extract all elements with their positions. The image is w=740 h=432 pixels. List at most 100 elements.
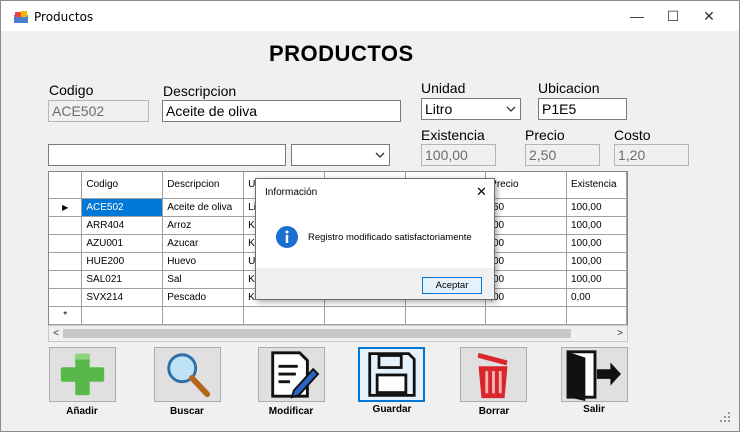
chevron-down-icon [375, 152, 385, 158]
table-cell[interactable]: Huevo [162, 252, 245, 271]
table-cell[interactable]: ,00 [485, 216, 567, 235]
table-cell[interactable]: ARR404 [81, 216, 164, 235]
info-dialog: Información ✕ Registro modificado satisf… [255, 178, 495, 300]
table-cell[interactable] [405, 306, 487, 325]
horizontal-scrollbar[interactable]: < > [48, 325, 628, 342]
add-button[interactable] [49, 347, 116, 402]
table-cell[interactable]: 100,00 [566, 270, 627, 289]
magnifier-icon [167, 353, 211, 398]
precio-field[interactable]: 2,50 [525, 144, 600, 166]
table-cell[interactable]: ,00 [485, 288, 567, 307]
table-cell[interactable]: Aceite de oliva [162, 198, 245, 217]
table-cell[interactable]: 100,00 [566, 234, 627, 253]
row-header [49, 252, 83, 271]
dialog-footer: Aceptar [256, 268, 494, 299]
save-label: Guardar [372, 404, 412, 415]
exit-label: Salir [583, 404, 605, 415]
dialog-close-button[interactable]: ✕ [476, 184, 487, 200]
costo-field[interactable]: 1,20 [614, 144, 689, 166]
table-cell[interactable]: ACE502 [81, 198, 164, 217]
new-row[interactable]: * [49, 306, 627, 325]
descripcion-field[interactable]: Aceite de oliva [162, 100, 401, 122]
exit-button[interactable] [561, 347, 628, 402]
save-button[interactable] [358, 347, 425, 402]
column-header[interactable]: Precio [485, 172, 567, 199]
ubicacion-label: Ubicacion [538, 80, 600, 96]
chevron-down-icon [506, 106, 516, 112]
row-header [49, 216, 83, 235]
delete-label: Borrar [478, 406, 510, 417]
table-cell[interactable]: ,00 [485, 234, 567, 253]
row-header [49, 288, 83, 307]
row-header [49, 234, 83, 253]
codigo-label: Codigo [49, 82, 94, 98]
table-cell[interactable]: Pescado [162, 288, 245, 307]
row-header [49, 270, 83, 289]
resize-grip-icon[interactable] [719, 411, 731, 423]
search-input[interactable] [48, 144, 286, 166]
close-button[interactable]: ✕ [691, 1, 727, 31]
add-label: Añadir [66, 406, 98, 417]
search-label: Buscar [170, 406, 204, 417]
table-cell[interactable]: 100,00 [566, 252, 627, 271]
edit-label: Modificar [268, 406, 314, 417]
title-bar: Productos — ☐ ✕ [1, 1, 739, 31]
app-icon [14, 11, 28, 23]
table-cell[interactable]: SVX214 [81, 288, 164, 307]
column-header[interactable]: Codigo [81, 172, 164, 199]
unidad-label: Unidad [421, 80, 466, 96]
existencia-label: Existencia [421, 127, 485, 143]
filter-select[interactable] [291, 144, 390, 166]
table-cell[interactable] [81, 306, 164, 325]
info-icon [276, 226, 298, 248]
table-cell[interactable]: AZU001 [81, 234, 164, 253]
search-button[interactable] [154, 347, 221, 402]
scroll-right-icon[interactable]: > [613, 326, 627, 341]
table-cell[interactable]: HUE200 [81, 252, 164, 271]
delete-button[interactable] [460, 347, 527, 402]
dialog-message: Registro modificado satisfactoriamente [308, 232, 472, 243]
table-cell[interactable]: ,00 [485, 252, 567, 271]
window-title: Productos [34, 10, 94, 24]
column-header[interactable]: Descripcion [162, 172, 245, 199]
scrollbar-thumb[interactable] [63, 329, 571, 338]
exit-door-icon [566, 350, 621, 401]
table-cell[interactable]: 100,00 [566, 216, 627, 235]
table-cell[interactable]: ,50 [485, 198, 567, 217]
unidad-value: Litro [425, 101, 453, 117]
table-cell[interactable]: 0,00 [566, 288, 627, 307]
table-cell[interactable]: Sal [162, 270, 245, 289]
table-cell[interactable]: SAL021 [81, 270, 164, 289]
table-cell[interactable]: Arroz [162, 216, 245, 235]
edit-document-icon [271, 351, 320, 399]
productos-window: Productos — ☐ ✕ PRODUCTOS Codigo Descrip… [0, 0, 740, 432]
floppy-disk-icon [368, 352, 416, 397]
table-cell[interactable] [162, 306, 245, 325]
plus-icon [60, 353, 105, 396]
minimize-button[interactable]: — [619, 1, 655, 31]
row-header-corner [49, 172, 83, 199]
column-header[interactable]: Existencia [566, 172, 627, 199]
page-title: PRODUCTOS [269, 41, 414, 66]
table-cell[interactable]: ,00 [485, 270, 567, 289]
table-cell[interactable]: 100,00 [566, 198, 627, 217]
scroll-left-icon[interactable]: < [49, 326, 63, 341]
trash-icon [477, 352, 508, 399]
existencia-field[interactable]: 100,00 [421, 144, 496, 166]
ubicacion-field[interactable]: P1E5 [538, 98, 627, 120]
table-cell[interactable] [485, 306, 567, 325]
codigo-field[interactable]: ACE502 [48, 100, 149, 122]
table-cell[interactable] [566, 306, 627, 325]
accept-button[interactable]: Aceptar [422, 277, 482, 294]
costo-label: Costo [614, 127, 651, 143]
current-row-indicator: ▶ [49, 198, 83, 217]
table-cell[interactable]: Azucar [162, 234, 245, 253]
precio-label: Precio [525, 127, 565, 143]
maximize-button[interactable]: ☐ [655, 1, 691, 31]
descripcion-label: Descripcion [163, 83, 237, 99]
table-cell[interactable] [243, 306, 325, 325]
unidad-select[interactable]: Litro [421, 98, 521, 120]
table-cell[interactable] [324, 306, 406, 325]
edit-button[interactable] [258, 347, 325, 402]
dialog-title: Información [265, 187, 318, 198]
